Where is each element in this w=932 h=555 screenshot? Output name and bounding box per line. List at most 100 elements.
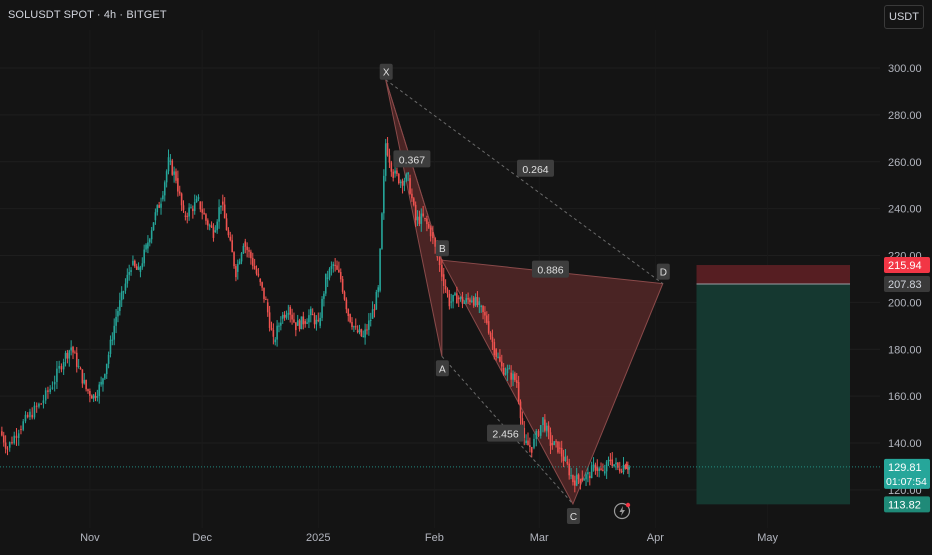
candle-body [94,396,97,398]
candle-body [598,468,600,471]
candle-body [139,267,142,272]
candle-body [517,382,520,402]
x-tick-label: Mar [530,532,549,544]
candle-body [579,479,582,483]
pattern-point-label: A [439,364,446,375]
candle-body [444,285,447,290]
candle-body [225,218,228,231]
candle-body [438,257,441,266]
candle-body [287,312,290,315]
pattern-point-label: X [383,68,390,79]
candle-body [394,170,396,174]
pattern-point-label: D [660,268,667,279]
candle-body [568,463,570,476]
candle-body [300,316,303,330]
candle-body [611,459,614,467]
candle-body [519,401,522,419]
candle-body [15,435,18,438]
currency-button[interactable]: USDT [884,5,924,29]
candle-body [319,317,321,326]
candle-body [280,322,282,326]
candle-body [403,181,406,186]
candle-body [420,213,423,224]
candle-body [167,157,170,172]
candle-body [452,294,454,302]
candle-body [216,221,218,231]
candle-body [560,448,563,457]
candle-body [390,162,393,172]
candle-body [261,282,263,288]
ratio-label: 2.456 [492,429,518,441]
candle-body [236,263,239,272]
candle-body [66,352,69,359]
candle-body [594,464,597,471]
chart-area[interactable]: X A B C D 0.367 0.264 0.886 2.456 120.00 140.00 16… [0,0,932,550]
candle-body [459,297,462,300]
candle-body [446,289,449,294]
candle-body [100,381,102,385]
candle-body [603,471,606,474]
candle-body [68,350,71,359]
candle-body [266,302,269,313]
candle-body [8,442,11,448]
candle-body [349,314,351,322]
candle-body [107,354,110,364]
candle-body [368,320,370,330]
candle-body [85,379,87,390]
candle-body [575,474,578,486]
candle-body [429,227,432,237]
candle-body [441,265,443,277]
candle-body [201,209,204,213]
candle-body [323,293,325,299]
candle-body [409,178,411,194]
candle-body [577,474,580,480]
candle-body [564,456,567,462]
candle-body [491,336,494,343]
candle-body [291,314,293,320]
candle-body [465,298,468,303]
candle-body [130,270,132,272]
candle-body [581,478,584,481]
candle-body [324,273,327,294]
candle-body [263,287,265,300]
candle-body [592,464,595,466]
candle-body [341,278,344,292]
candle-body [310,308,312,316]
candle-body [615,462,617,465]
candle-body [551,443,554,446]
candle-body [150,230,153,240]
candle-body [512,373,514,380]
stop-loss-zone [696,265,850,285]
price-chart[interactable]: XABCD0.3670.2640.8862.456 120.00140.0016… [0,0,932,550]
candle-body [553,441,556,446]
candle-body [1,431,3,436]
candle-body [628,466,630,470]
x-tick-label: Dec [192,532,212,544]
candle-body [223,204,226,219]
candle-body [418,216,421,224]
candle-body [165,171,168,183]
candle-body [450,301,453,303]
candle-body [463,302,466,304]
candle-body [137,266,140,270]
candle-body [545,425,548,431]
candle-body [259,278,262,283]
candle-body [227,230,230,236]
candle-body [17,433,20,438]
candle-body [362,335,365,337]
candle-body [547,425,550,433]
candle-body [160,203,162,208]
candle-body [347,309,350,316]
candle-body [58,366,60,369]
ratio-label: 0.367 [399,154,425,166]
candle-body [207,220,209,226]
candle-body [607,459,610,462]
candle-body [257,273,260,276]
candle-body [354,326,357,328]
candle-body [544,419,546,431]
candle-body [396,170,398,174]
candle-body [600,468,602,470]
candle-body [274,339,277,343]
candle-body [251,257,254,266]
candle-body [442,274,445,286]
